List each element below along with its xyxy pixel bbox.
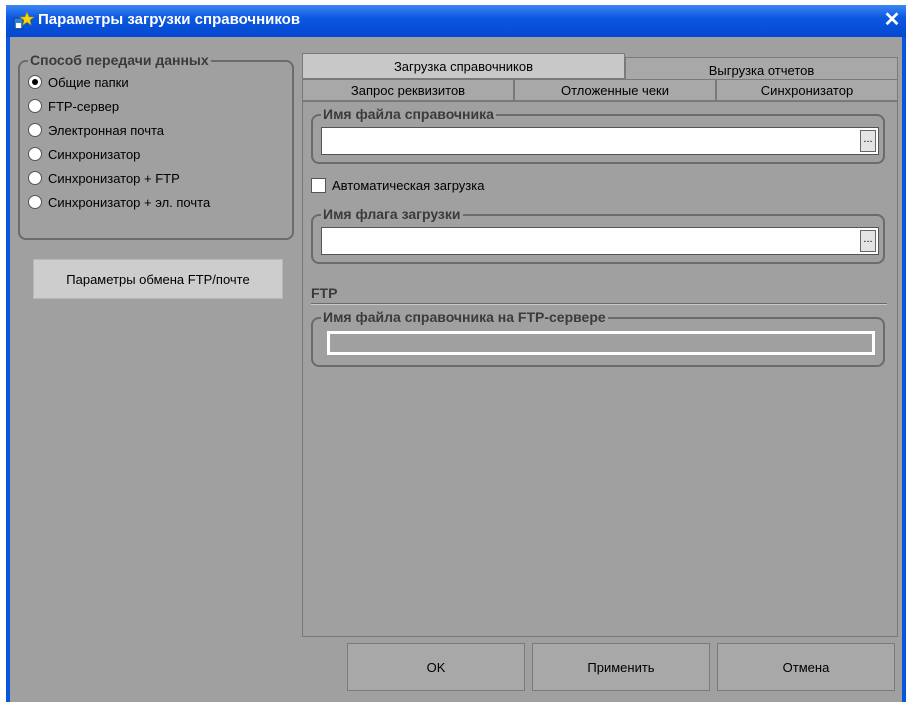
ok-button[interactable]: OK	[347, 643, 525, 691]
radio-button[interactable]	[28, 147, 42, 161]
ftp-file-legend: Имя файла справочника на FTP-сервере	[321, 308, 608, 326]
radio-label: Электронная почта	[48, 122, 165, 138]
transfer-option-0[interactable]: Общие папки	[28, 72, 129, 92]
radio-label: Общие папки	[48, 74, 129, 90]
transfer-method-legend: Способ передачи данных	[28, 51, 211, 69]
auto-load-label: Автоматическая загрузка	[332, 178, 485, 193]
transfer-option-4[interactable]: Синхронизатор + FTP	[28, 168, 180, 188]
ftp-file-input[interactable]	[327, 331, 875, 355]
file-name-group: Имя файла справочника ...	[311, 105, 885, 164]
radio-button[interactable]	[28, 99, 42, 113]
radio-label: Синхронизатор + FTP	[48, 170, 180, 186]
tab-control: Загрузка справочников Выгрузка отчетов З…	[302, 53, 898, 637]
load-flag-legend: Имя флага загрузки	[321, 205, 463, 223]
tab-deferred-receipts[interactable]: Отложенные чеки	[514, 79, 716, 101]
close-icon[interactable]: ✕	[882, 10, 902, 30]
dialog-client-area: Способ передачи данных Общие папки FTP-се…	[10, 37, 902, 702]
title-bar[interactable]: Параметры загрузки справочников ✕	[6, 5, 906, 37]
radio-label: FTP-сервер	[48, 98, 120, 114]
tab-load-directories[interactable]: Загрузка справочников	[302, 53, 625, 79]
radio-label: Синхронизатор	[48, 146, 141, 162]
transfer-option-1[interactable]: FTP-сервер	[28, 96, 119, 116]
ftp-section-title: FTP	[311, 285, 338, 301]
app-settings-icon	[13, 11, 34, 30]
transfer-option-2[interactable]: Электронная почта	[28, 120, 164, 140]
ftp-section-divider	[311, 303, 887, 305]
cancel-button[interactable]: Отмена	[717, 643, 895, 691]
ftp-file-group: Имя файла справочника на FTP-сервере	[311, 308, 885, 367]
transfer-method-group: Способ передачи данных Общие папки FTP-се…	[18, 51, 294, 240]
window-title: Параметры загрузки справочников	[38, 11, 301, 28]
browse-file-button[interactable]: ...	[860, 130, 876, 152]
radio-button[interactable]	[28, 123, 42, 137]
tab-synchronizer[interactable]: Синхронизатор	[716, 79, 898, 101]
transfer-option-3[interactable]: Синхронизатор	[28, 144, 140, 164]
browse-flag-button[interactable]: ...	[860, 230, 876, 252]
radio-label: Синхронизатор + эл. почта	[48, 194, 211, 210]
radio-button[interactable]	[28, 171, 42, 185]
auto-load-checkbox-row[interactable]: Автоматическая загрузка	[311, 178, 484, 193]
dialog-window: Параметры загрузки справочников ✕ Способ…	[6, 5, 906, 702]
ftp-exchange-params-button[interactable]: Параметры обмена FTP/почте	[33, 259, 283, 299]
file-name-legend: Имя файла справочника	[321, 105, 496, 123]
tab-request-requisites[interactable]: Запрос реквизитов	[302, 79, 514, 101]
tab-page-load-directories: Имя файла справочника ... Автоматическая…	[302, 101, 898, 637]
radio-button[interactable]	[28, 195, 42, 209]
apply-button[interactable]: Применить	[532, 643, 710, 691]
load-flag-group: Имя флага загрузки ...	[311, 205, 885, 264]
load-flag-input[interactable]: ...	[321, 227, 879, 255]
file-name-input[interactable]: ...	[321, 127, 879, 155]
radio-button[interactable]	[28, 75, 42, 89]
transfer-option-5[interactable]: Синхронизатор + эл. почта	[28, 192, 210, 212]
auto-load-checkbox[interactable]	[311, 178, 326, 193]
